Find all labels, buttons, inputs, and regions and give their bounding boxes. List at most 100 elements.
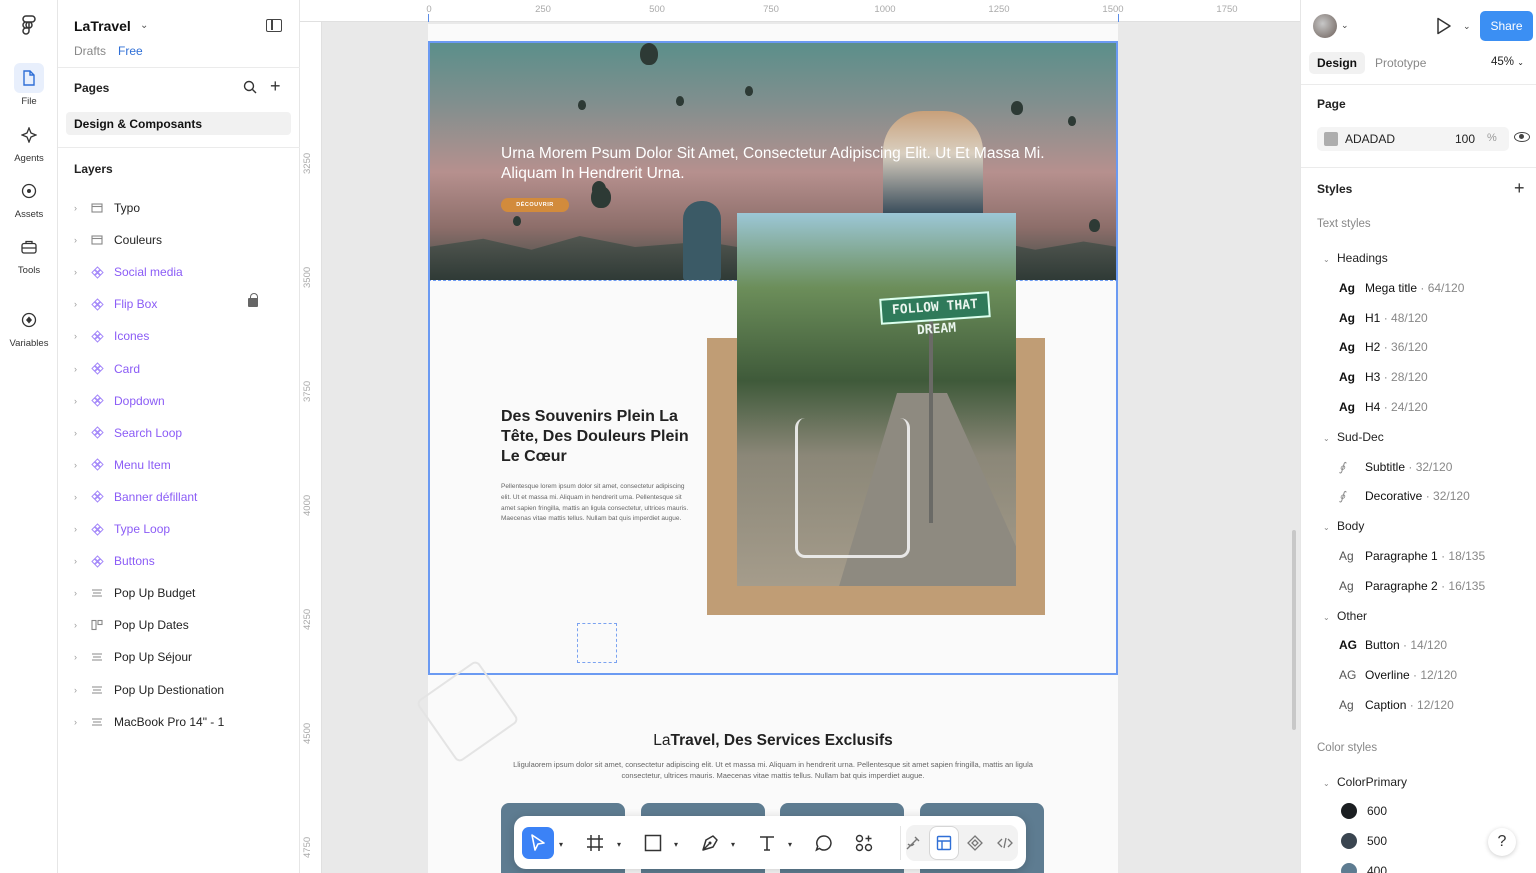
layer-row[interactable]: › Pop Up Séjour [74,647,192,667]
text-style-row[interactable]: Ag Mega title · 64/120 [1339,281,1464,295]
canvas[interactable]: 0 250 500 750 1000 1250 1500 1750 3250 3… [300,0,1300,873]
chevron-right-icon[interactable]: › [74,556,86,566]
project-menu-chevron-icon[interactable]: ⌄ [140,20,148,31]
services-title[interactable]: LaTravel, Des Services Exclusifs [428,732,1118,750]
chevron-right-icon[interactable]: › [74,203,86,213]
eye-icon[interactable] [1514,132,1530,142]
layer-row[interactable]: › Banner défillant [74,487,197,507]
text-style-row[interactable]: ∮ Decorative · 32/120 [1339,489,1470,503]
layer-row[interactable]: › Dopdown [74,391,165,411]
page-opacity[interactable]: 100 [1455,132,1475,146]
figma-logo-icon[interactable] [19,15,39,37]
zoom-level[interactable]: 45% ⌄ [1491,56,1524,68]
hero-heading[interactable]: Urna Morem Psum Dolor Sit Amet, Consecte… [501,144,1061,184]
pen-tool[interactable] [695,827,725,859]
color-group[interactable]: ⌄ ColorPrimary [1323,775,1407,789]
text-style-row[interactable]: Ag H4 · 24/120 [1339,400,1428,414]
present-chevron-icon[interactable]: ⌄ [1463,21,1471,32]
project-plan[interactable]: Free [118,44,143,58]
comment-tool[interactable] [809,827,839,859]
tab-design[interactable]: Design [1309,52,1366,74]
chevron-right-icon[interactable]: › [74,460,86,470]
move-tool-chevron-icon[interactable]: ▾ [559,840,563,849]
section-title[interactable]: Des Souvenirs Plein La Tête, Des Douleur… [501,407,701,467]
play-icon[interactable] [1436,17,1452,35]
style-group[interactable]: ⌄ Body [1323,519,1364,533]
color-style-row[interactable]: 500 [1341,832,1387,849]
bicycle-photo[interactable]: FOLLOW THAT DREAM [737,213,1016,586]
search-icon[interactable] [243,80,257,94]
dev-mode[interactable] [991,827,1019,859]
text-style-row[interactable]: Ag Paragraphe 1 · 18/135 [1339,549,1485,563]
draw-mode[interactable] [899,827,927,859]
text-style-row[interactable]: Ag Paragraphe 2 · 16/135 [1339,579,1485,593]
rectangle-tool[interactable] [638,827,668,859]
chevron-right-icon[interactable]: › [74,588,86,598]
layer-row[interactable]: › Pop Up Dates [74,615,189,635]
canvas-scrollbar[interactable] [1292,530,1296,730]
text-style-row[interactable]: Ag Caption · 12/120 [1339,698,1454,712]
chevron-right-icon[interactable]: › [74,364,86,374]
design-mode[interactable] [930,827,958,859]
text-style-row[interactable]: Ag H1 · 48/120 [1339,311,1428,325]
layer-row[interactable]: › MacBook Pro 14" - 1 [74,712,224,732]
chevron-right-icon[interactable]: › [74,685,86,695]
pen-tool-chevron-icon[interactable]: ▾ [731,840,735,849]
chevron-right-icon[interactable]: › [74,652,86,662]
rail-file[interactable]: File [4,63,54,107]
lock-icon[interactable] [248,293,258,307]
frame-tool[interactable] [580,827,610,859]
chevron-right-icon[interactable]: › [74,235,86,245]
layer-row[interactable]: › Pop Up Destionation [74,680,224,700]
text-tool[interactable] [752,827,782,859]
chevron-right-icon[interactable]: › [74,299,86,309]
placeholder-frame[interactable] [577,623,617,663]
avatar[interactable] [1313,14,1337,38]
discover-button[interactable]: DÉCOUVRIR [501,198,569,212]
frame-tool-chevron-icon[interactable]: ▾ [617,840,621,849]
page-background-field[interactable]: ADADAD 100 % [1317,127,1509,151]
rail-agents[interactable]: Agents [4,120,54,164]
chevron-right-icon[interactable]: › [74,428,86,438]
services-body[interactable]: Lligulaorem ipsum dolor sit amet, consec… [508,759,1038,781]
text-style-row[interactable]: AG Button · 14/120 [1339,638,1447,652]
chevron-right-icon[interactable]: › [74,620,86,630]
dev-component-mode[interactable] [961,827,989,859]
rail-assets[interactable]: Assets [4,176,54,220]
style-group[interactable]: ⌄ Headings [1323,251,1388,265]
text-style-row[interactable]: Ag H3 · 28/120 [1339,370,1428,384]
layer-row[interactable]: › Menu Item [74,455,171,475]
text-style-row[interactable]: AG Overline · 12/120 [1339,668,1457,682]
sidebar-toggle-icon[interactable] [266,19,282,32]
text-style-row[interactable]: Ag H2 · 36/120 [1339,340,1428,354]
page-color-hex[interactable]: ADADAD [1345,132,1395,146]
design-frame[interactable]: Urna Morem Psum Dolor Sit Amet, Consecte… [415,24,1118,873]
chevron-right-icon[interactable]: › [74,524,86,534]
layer-row[interactable]: › Social media [74,262,183,282]
layer-row[interactable]: › Couleurs [74,230,162,250]
style-group[interactable]: ⌄ Sud-Dec [1323,430,1384,444]
layer-row[interactable]: › Typo [74,198,140,218]
page-item[interactable]: Design & Composants [66,112,291,135]
project-name[interactable]: LaTravel [74,18,131,34]
page-color-swatch[interactable] [1324,132,1338,146]
layer-row[interactable]: › Flip Box [74,294,157,314]
layer-row[interactable]: › Search Loop [74,423,182,443]
help-button[interactable]: ? [1488,828,1516,856]
chevron-right-icon[interactable]: › [74,396,86,406]
color-style-row[interactable]: 600 [1341,803,1387,819]
actions-tool[interactable] [849,827,879,859]
layer-row[interactable]: › Icones [74,326,149,346]
chevron-right-icon[interactable]: › [74,717,86,727]
tab-prototype[interactable]: Prototype [1367,52,1434,74]
rail-tools[interactable]: Tools [4,232,54,276]
add-style-icon[interactable]: + [1514,178,1525,199]
layer-row[interactable]: › Type Loop [74,519,170,539]
text-tool-chevron-icon[interactable]: ▾ [788,840,792,849]
chevron-right-icon[interactable]: › [74,267,86,277]
project-location[interactable]: Drafts [74,44,106,58]
rectangle-tool-chevron-icon[interactable]: ▾ [674,840,678,849]
layer-row[interactable]: › Buttons [74,551,155,571]
avatar-chevron-icon[interactable]: ⌄ [1341,20,1349,31]
chevron-right-icon[interactable]: › [74,331,86,341]
